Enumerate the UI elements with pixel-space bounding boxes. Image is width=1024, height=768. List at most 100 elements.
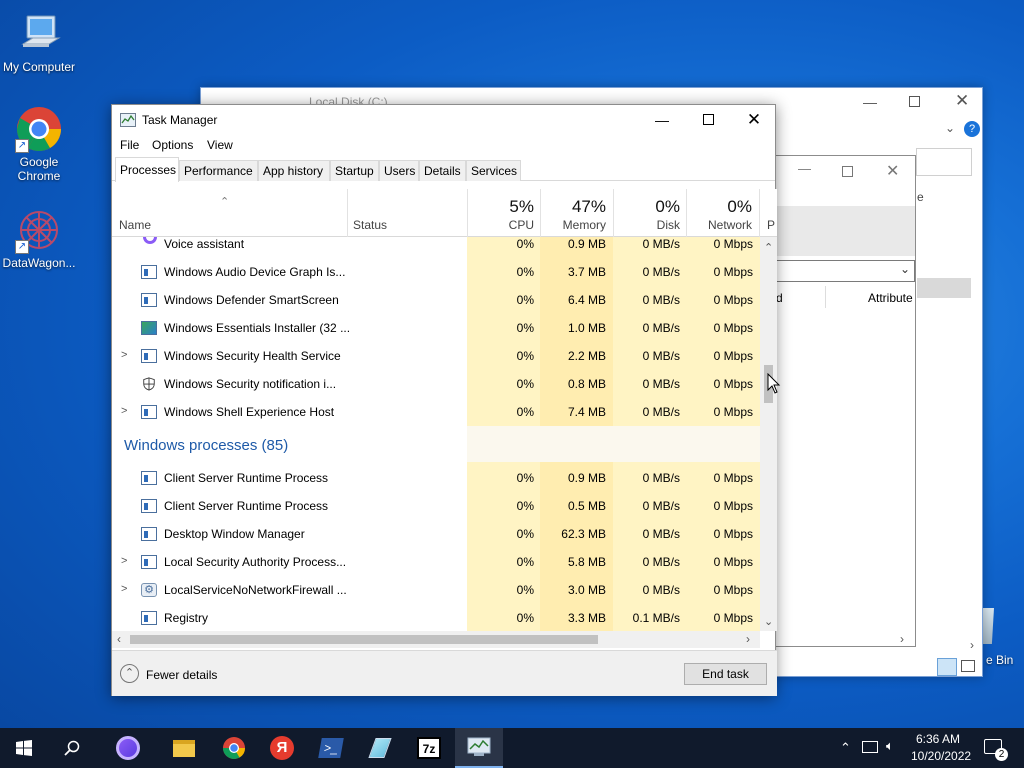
scrollbar-thumb[interactable] [130, 635, 598, 644]
minimize-icon[interactable]: — [863, 94, 877, 110]
column-status[interactable]: Status [353, 218, 387, 232]
dialog-dropdown[interactable] [776, 260, 915, 282]
explorer-search-box[interactable] [916, 148, 972, 176]
taskbar-task-manager[interactable] [455, 728, 503, 768]
column-memory[interactable]: Memory [542, 218, 606, 232]
process-network: 0 Mbps [713, 349, 753, 363]
window-icon [141, 555, 157, 569]
fewer-details-link[interactable]: Fewer details [146, 668, 217, 682]
expand-arrow-icon[interactable]: > [121, 555, 127, 567]
scroll-down-icon[interactable]: ⌄ [764, 615, 773, 628]
column-cpu[interactable]: CPU [472, 218, 534, 232]
tab-processes[interactable]: Processes [115, 157, 179, 182]
desktop-icon-google-chrome[interactable]: ↗ Google Chrome [1, 105, 77, 183]
menu-options[interactable]: Options [152, 138, 193, 152]
desktop-icon-my-computer[interactable]: My Computer [1, 10, 77, 74]
process-disk: 0 MB/s [642, 471, 680, 485]
table-row[interactable]: Voice assistant 0% 0.9 MB 0 MB/s 0 Mbps [112, 237, 760, 258]
search-icon [64, 740, 80, 756]
menu-view[interactable]: View [207, 138, 233, 152]
table-row[interactable]: > Windows Shell Experience Host 0% 7.4 MB 0 … [112, 398, 760, 426]
tab-startup[interactable]: Startup [330, 160, 379, 181]
computer-icon [15, 10, 63, 58]
tab-app-history[interactable]: App history [258, 160, 330, 181]
process-disk: 0 MB/s [642, 405, 680, 419]
minimize-icon[interactable]: — [798, 161, 811, 176]
table-row[interactable]: Registry 0% 3.3 MB 0.1 MB/s 0 Mbps [112, 604, 760, 631]
fewer-details-icon[interactable]: ⌃ [120, 664, 139, 683]
process-disk: 0 MB/s [642, 499, 680, 513]
table-row[interactable]: Windows Defender SmartScreen 0% 6.4 MB 0 MB… [112, 286, 760, 314]
scroll-right-icon[interactable]: › [746, 632, 750, 646]
recycle-bin-label[interactable]: e Bin [986, 653, 1013, 667]
table-row[interactable]: Windows Audio Device Graph Is... 0% 3.7 MB… [112, 258, 760, 286]
desktop-icon-datawagon[interactable]: ↗ DataWagon... [1, 206, 77, 270]
volume-icon[interactable]: 🔈︎ [886, 738, 894, 754]
horizontal-scrollbar[interactable]: ‹ › [112, 631, 760, 648]
scroll-left-icon[interactable]: ‹ [117, 632, 121, 646]
tab-details[interactable]: Details [419, 160, 466, 181]
taskbar-7zip[interactable]: 7z [405, 728, 453, 768]
table-row[interactable]: Client Server Runtime Process 0% 0.9 MB 0 M… [112, 464, 760, 492]
table-row[interactable]: Client Server Runtime Process 0% 0.5 MB 0 M… [112, 492, 760, 520]
end-task-button[interactable]: End task [684, 663, 767, 685]
group-header-windows-processes[interactable]: Windows processes (85) [124, 437, 288, 454]
taskbar-file-explorer[interactable] [160, 728, 208, 768]
table-row[interactable]: > Windows Security Health Service 0% 2.2 MB… [112, 342, 760, 370]
table-row[interactable]: Windows Essentials Installer (32 ... 0% 1.… [112, 314, 760, 342]
process-cpu: 0% [516, 527, 534, 541]
table-row[interactable]: Windows Security notification i... 0% 0.8 … [112, 370, 760, 398]
network-icon[interactable] [862, 741, 878, 753]
start-button[interactable] [0, 728, 48, 768]
view-tiles-icon[interactable] [961, 660, 975, 672]
maximize-icon[interactable] [842, 166, 853, 177]
expand-arrow-icon[interactable]: > [121, 405, 127, 417]
close-icon[interactable]: ✕ [955, 91, 969, 111]
taskbar-voice-assistant[interactable] [104, 728, 152, 768]
process-disk: 0 MB/s [642, 555, 680, 569]
table-row[interactable]: > Local Security Authority Process... 0% 5.… [112, 548, 760, 576]
taskbar-notepad[interactable] [356, 728, 404, 768]
column-disk[interactable]: Disk [617, 218, 680, 232]
process-cpu: 0% [516, 499, 534, 513]
taskbar-powershell[interactable]: >_ [307, 728, 355, 768]
column-network[interactable]: Network [690, 218, 752, 232]
column-name[interactable]: Name [119, 218, 151, 232]
scroll-right-icon[interactable]: › [900, 632, 904, 646]
expand-arrow-icon[interactable]: > [121, 583, 127, 595]
process-network: 0 Mbps [713, 265, 753, 279]
view-details-icon[interactable] [937, 658, 957, 676]
expand-arrow-icon[interactable]: > [121, 349, 127, 361]
table-row[interactable]: > ⚙ LocalServiceNoNetworkFirewall ... 0% 3.0… [112, 576, 760, 604]
taskbar-yandex[interactable]: Я [258, 728, 306, 768]
help-icon[interactable]: ? [964, 121, 980, 137]
title-bar[interactable]: Task Manager — ✕ [112, 105, 775, 135]
process-memory: 7.4 MB [567, 405, 606, 419]
minimize-button[interactable]: — [639, 105, 685, 135]
show-hidden-icons[interactable]: ⌃ [840, 740, 851, 756]
process-name: LocalServiceNoNetworkFirewall ... [164, 583, 347, 597]
chevron-down-icon[interactable]: ⌄ [945, 121, 955, 135]
column-power[interactable]: P [767, 218, 775, 232]
clock-time[interactable]: 6:36 AM [916, 732, 960, 746]
close-icon[interactable]: ✕ [886, 161, 899, 181]
tab-services[interactable]: Services [466, 160, 521, 181]
table-row[interactable]: Desktop Window Manager 0% 62.3 MB 0 MB/s 0 M… [112, 520, 760, 548]
properties-dialog[interactable]: — ✕ ⌄ d Attribute › [776, 155, 916, 647]
maximize-button[interactable] [685, 105, 731, 135]
vertical-scrollbar[interactable]: ⌃ ⌄ [760, 237, 777, 631]
column-header: ⌃ Name Status 5% CPU 47% Memory 0% Disk … [112, 189, 777, 237]
search-button[interactable] [48, 728, 96, 768]
close-button[interactable]: ✕ [731, 105, 777, 135]
menu-file[interactable]: File [120, 138, 139, 152]
process-memory: 3.0 MB [567, 583, 606, 597]
process-list[interactable]: Voice assistant 0% 0.9 MB 0 MB/s 0 Mbps Windo… [112, 237, 760, 631]
maximize-icon[interactable] [909, 96, 920, 107]
scroll-up-icon[interactable]: ⌃ [764, 241, 773, 254]
tab-users[interactable]: Users [379, 160, 419, 181]
clock-date[interactable]: 10/20/2022 [911, 749, 971, 763]
taskbar-chrome[interactable] [210, 728, 258, 768]
tab-performance[interactable]: Performance [179, 160, 258, 181]
explorer-hscroll-right[interactable]: › [970, 638, 974, 652]
task-manager-window[interactable]: Task Manager — ✕ File Options View Proce… [111, 104, 777, 696]
